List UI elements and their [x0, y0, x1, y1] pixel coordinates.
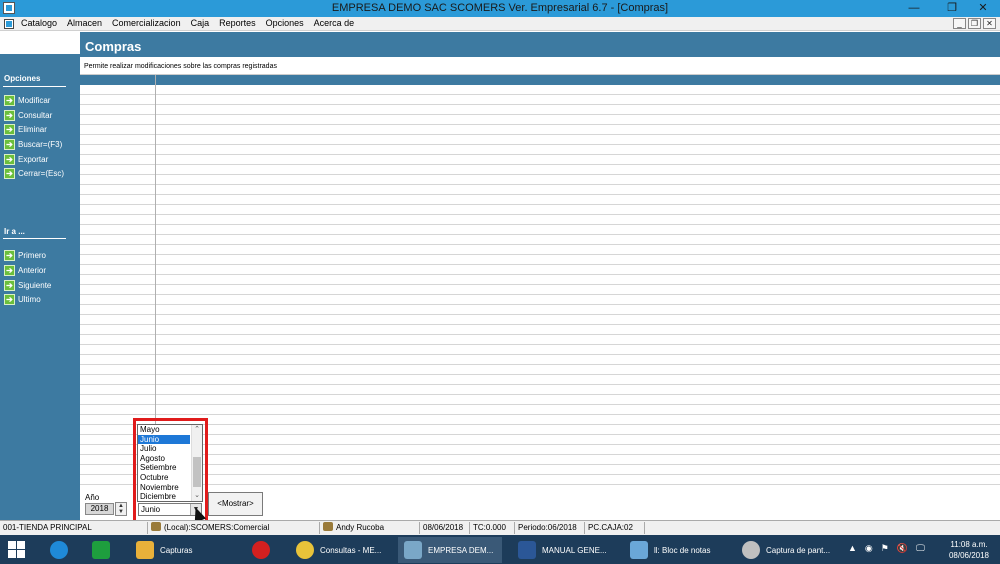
grid-header: [80, 75, 1000, 85]
restore-button[interactable]: ❐: [935, 0, 969, 17]
taskbar: Capturas Consultas - ME... EMPRESA DEM..…: [0, 535, 1000, 564]
sidebar-item-siguiente[interactable]: ➔ Siguiente: [4, 279, 51, 291]
sidebar-item-primero[interactable]: ➔ Primero: [4, 249, 46, 261]
document-menu-icon[interactable]: [4, 19, 14, 29]
options-title: Opciones: [4, 74, 41, 83]
internet-explorer-icon: [50, 541, 68, 559]
taskbar-chrome[interactable]: Consultas - ME...: [290, 537, 394, 563]
menu-bar: Catalogo Almacen Comercializacion Caja R…: [0, 17, 1000, 31]
taskbar-word[interactable]: MANUAL GENE...: [512, 537, 616, 563]
minimize-button[interactable]: —: [897, 0, 931, 17]
status-store: 001-TIENDA PRINCIPAL: [0, 522, 148, 534]
user-icon: [323, 522, 333, 531]
flag-icon[interactable]: ⚑: [881, 543, 889, 554]
tray-chevron-icon[interactable]: ▲: [848, 543, 857, 554]
status-exchange-rate: TC:0.000: [470, 522, 515, 534]
menu-comercializacion[interactable]: Comercializacion: [112, 18, 181, 28]
sidebar-item-consultar[interactable]: ➔ Consultar: [4, 109, 52, 121]
clock-time: 11:08 a.m.: [950, 540, 988, 549]
arrow-right-icon: ➔: [4, 249, 15, 261]
sidebar-item-buscar[interactable]: ➔ Buscar=(F3): [4, 138, 62, 150]
arrow-right-icon: ➔: [4, 138, 15, 150]
menu-caja[interactable]: Caja: [191, 18, 210, 28]
taskbar-internet-explorer[interactable]: [44, 537, 82, 563]
store-icon: [92, 541, 110, 559]
menu-opciones[interactable]: Opciones: [266, 18, 304, 28]
grid-rows[interactable]: [80, 85, 1000, 489]
sidebar-item-cerrar[interactable]: ➔ Cerrar=(Esc): [4, 167, 64, 179]
arrow-right-icon: ➔: [4, 153, 15, 165]
notepad-icon: [630, 541, 648, 559]
purchases-grid[interactable]: [80, 75, 1000, 489]
year-spinner[interactable]: ▲ ▼: [115, 502, 127, 516]
clock[interactable]: 11:08 a.m. 08/06/2018: [940, 539, 998, 561]
sidebar-item-eliminar[interactable]: ➔ Eliminar: [4, 123, 47, 135]
arrow-right-icon: ➔: [4, 279, 15, 291]
clock-date: 08/06/2018: [948, 551, 990, 560]
options-separator: [3, 86, 66, 87]
sidebar-item-anterior[interactable]: ➔ Anterior: [4, 264, 46, 276]
arrow-right-icon: ➔: [4, 123, 15, 135]
network-icon[interactable]: 🖵: [916, 543, 925, 554]
taskbar-opera[interactable]: [246, 537, 284, 563]
sidebar-item-modificar[interactable]: ➔ Modificar: [4, 94, 50, 106]
close-button[interactable]: ✕: [966, 0, 1000, 17]
status-date: 08/06/2018: [420, 522, 470, 534]
year-label: Año: [85, 493, 100, 502]
menu-acerca-de[interactable]: Acerca de: [314, 18, 355, 28]
tray-app-icon[interactable]: ◉: [865, 543, 873, 554]
page-title: Compras: [85, 39, 142, 54]
scomers-icon: [404, 541, 422, 559]
status-user: Andy Rucoba: [320, 522, 420, 534]
system-tray: ▲ ◉ ⚑ 🔇 🖵: [848, 543, 925, 554]
taskbar-scomers[interactable]: EMPRESA DEM...: [398, 537, 502, 563]
arrow-right-icon: ➔: [4, 264, 15, 276]
menu-catalogo[interactable]: Catalogo: [21, 18, 57, 28]
windows-start-icon[interactable]: [8, 541, 26, 559]
year-input[interactable]: 2018: [85, 503, 114, 515]
status-pc: PC.CAJA:02: [585, 522, 645, 534]
page-description: Permite realizar modificaciones sobre la…: [80, 57, 1000, 75]
snipping-icon: [742, 541, 760, 559]
menu-reportes[interactable]: Reportes: [219, 18, 256, 28]
page-header: Compras: [80, 32, 1000, 57]
folder-icon: [136, 541, 154, 559]
page-description-text: Permite realizar modificaciones sobre la…: [84, 63, 277, 70]
volume-muted-icon[interactable]: 🔇: [897, 543, 908, 554]
goto-title: Ir a ...: [4, 227, 25, 236]
show-button[interactable]: <Mostrar>: [208, 492, 263, 516]
word-icon: [518, 541, 536, 559]
menu-almacen[interactable]: Almacen: [67, 18, 102, 28]
sidebar-item-exportar[interactable]: ➔ Exportar: [4, 153, 48, 165]
taskbar-notepad[interactable]: ll: Bloc de notas: [624, 537, 728, 563]
goto-separator: [3, 238, 66, 239]
window-title: EMPRESA DEMO SAC SCOMERS Ver. Empresaria…: [331, 2, 669, 14]
mdi-restore-button[interactable]: ❐: [968, 18, 981, 29]
arrow-right-icon: ➔: [4, 293, 15, 305]
taskbar-snipping[interactable]: Captura de pant...: [736, 537, 840, 563]
mdi-close-button[interactable]: ✕: [983, 18, 996, 29]
arrow-right-icon: ➔: [4, 167, 15, 179]
spin-down-icon[interactable]: ▼: [116, 509, 126, 515]
status-period: Periodo:06/2018: [515, 522, 585, 534]
mdi-minimize-button[interactable]: _: [953, 18, 966, 29]
status-bar: 001-TIENDA PRINCIPAL (Local):SCOMERS:Com…: [0, 520, 1000, 535]
database-icon: [151, 522, 161, 531]
arrow-right-icon: ➔: [4, 109, 15, 121]
arrow-right-icon: ➔: [4, 94, 15, 106]
sidebar-item-ultimo[interactable]: ➔ Ultimo: [4, 293, 41, 305]
opera-icon: [252, 541, 270, 559]
status-module: (Local):SCOMERS:Comercial: [148, 522, 320, 534]
taskbar-capturas[interactable]: Capturas: [130, 537, 240, 563]
taskbar-store[interactable]: [86, 537, 124, 563]
sidebar: Opciones ➔ Modificar ➔ Consultar ➔ Eliminar…: [0, 32, 80, 520]
chrome-icon: [296, 541, 314, 559]
window-titlebar: EMPRESA DEMO SAC SCOMERS Ver. Empresaria…: [0, 0, 1000, 17]
sidebar-header-strip: [0, 32, 80, 54]
